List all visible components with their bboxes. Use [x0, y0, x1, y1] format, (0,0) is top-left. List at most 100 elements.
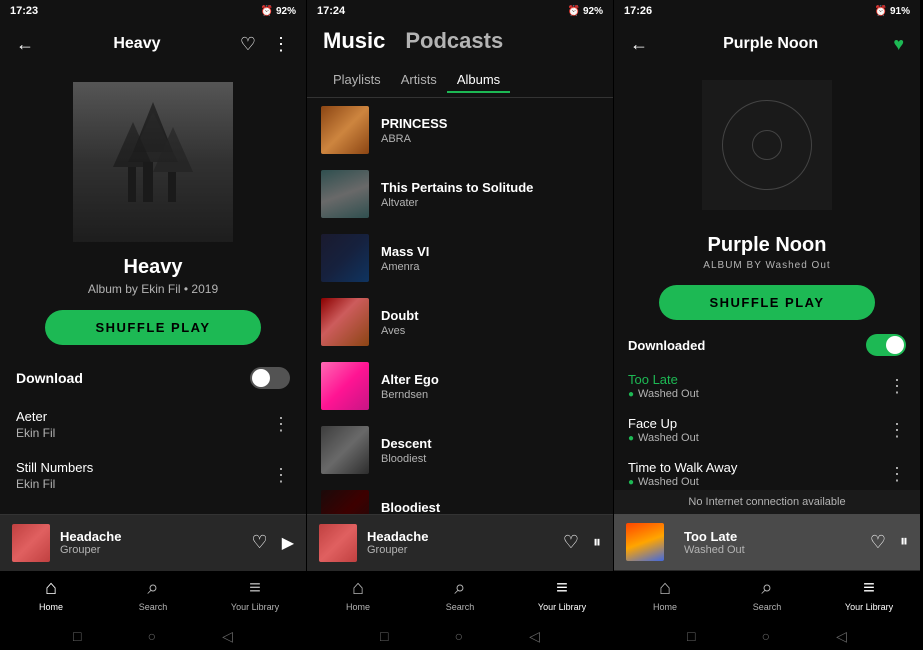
search-icon-1: ⌕	[147, 577, 158, 600]
bottom-nav-1: ⌂ Home ⌕ Search ≡ Your Library	[0, 570, 306, 622]
np-pause-button-2[interactable]: ⏸	[593, 534, 601, 552]
main-tabs: Music Podcasts	[307, 22, 613, 60]
nav-home-1[interactable]: ⌂ Home	[0, 577, 102, 612]
library-label-3: Your Library	[845, 602, 893, 612]
album-art-image	[73, 82, 233, 242]
album-row-2[interactable]: Mass VI Amenra	[307, 226, 613, 290]
np-thumb-art-2	[319, 524, 357, 562]
heart-button-3[interactable]: ♥	[889, 30, 908, 59]
panel-library: 17:24 ⏰ 92% Music Podcasts Playlists Art…	[307, 0, 614, 650]
p3-more-2[interactable]: ⋮	[888, 464, 906, 485]
p3-track-info-0: Too Late ● Washed Out	[628, 372, 699, 400]
np-heart-button-1[interactable]: ♡	[252, 532, 268, 553]
more-button-1[interactable]: ⋮	[268, 30, 294, 59]
p3-more-1[interactable]: ⋮	[888, 420, 906, 441]
nav-home-3[interactable]: ⌂ Home	[614, 577, 716, 612]
np-left-2: Headache Grouper	[319, 524, 428, 562]
np-thumbnail-1	[12, 524, 50, 562]
home-icon-2: ⌂	[352, 577, 364, 600]
shuffle-play-button-3[interactable]: SHUFFLE PLAY	[659, 285, 874, 320]
album-art-4	[321, 362, 369, 410]
search-label-3: Search	[753, 602, 782, 612]
vinyl-art	[702, 80, 832, 210]
sys-circle-3: ○	[762, 628, 770, 644]
subtab-albums[interactable]: Albums	[447, 68, 510, 93]
np-heart-button-3[interactable]: ♡	[870, 532, 886, 553]
subtab-playlists[interactable]: Playlists	[323, 68, 391, 93]
panel1-content: Heavy Album by Ekin Fil • 2019 SHUFFLE P…	[0, 66, 306, 514]
album-row-4[interactable]: Alter Ego Berndsen	[307, 354, 613, 418]
np-play-button-1[interactable]: ▶	[282, 533, 294, 553]
np-pause-button-3[interactable]: ⏸	[900, 533, 908, 551]
more-icon-1[interactable]: ⋮	[272, 465, 290, 486]
nav-search-3[interactable]: ⌕ Search	[716, 577, 818, 612]
track-item-2[interactable]: Over You Ekin Fil ⋮	[0, 501, 306, 514]
np-track-name-2: Headache	[367, 529, 428, 544]
np-left-3: Too Late Washed Out	[626, 523, 745, 561]
status-icons-3: ⏰ 91%	[875, 6, 910, 17]
album-row-0[interactable]: PRINCESS ABRA	[307, 98, 613, 162]
alarm-icon-2: ⏰	[568, 6, 580, 17]
album-thumb-5	[321, 426, 369, 474]
sys-circle-2: ○	[455, 628, 463, 644]
back-button-3[interactable]: ←	[626, 30, 652, 59]
more-icon-0[interactable]: ⋮	[272, 414, 290, 435]
status-icons-2: ⏰ 92%	[568, 6, 603, 17]
sys-back-3: ◁	[836, 628, 847, 645]
track-item-1[interactable]: Still Numbers Ekin Fil ⋮	[0, 450, 306, 501]
time-3: 17:26	[624, 5, 652, 17]
np-controls-1: ♡ ▶	[252, 532, 294, 553]
p3-track-0[interactable]: Too Late ● Washed Out ⋮	[614, 364, 920, 408]
p3-artist-text-1: Washed Out	[638, 432, 699, 444]
download-toggle-1[interactable]	[250, 367, 290, 389]
nav-home-2[interactable]: ⌂ Home	[307, 577, 409, 612]
nav-library-1[interactable]: ≡ Your Library	[204, 577, 306, 612]
album-row-artist-4: Berndsen	[381, 389, 599, 401]
vinyl-outer-circle	[722, 100, 812, 190]
page-title-1: Heavy	[38, 35, 236, 53]
home-label-3: Home	[653, 602, 677, 612]
nav-library-2[interactable]: ≡ Your Library	[511, 577, 613, 612]
album-row-1[interactable]: This Pertains to Solitude Altvater	[307, 162, 613, 226]
p3-track-artist-0: ● Washed Out	[628, 388, 699, 400]
album-row-info-2: Mass VI Amenra	[381, 244, 599, 273]
tab-podcasts[interactable]: Podcasts	[405, 28, 503, 60]
p3-track-2[interactable]: Time to Walk Away ● Washed Out ⋮	[614, 452, 920, 490]
np-heart-button-2[interactable]: ♡	[563, 532, 579, 553]
library-icon-1: ≡	[249, 577, 261, 600]
album-title-1: Heavy	[124, 256, 183, 279]
shuffle-play-button-1[interactable]: SHUFFLE PLAY	[45, 310, 260, 345]
p3-track-info-2: Time to Walk Away ● Washed Out	[628, 460, 737, 488]
sys-bar-3: □ ○ ◁	[614, 622, 920, 650]
album-row-6[interactable]: Bloodiest Bloodiest	[307, 482, 613, 514]
np-track-info-1: Headache Grouper	[60, 529, 121, 556]
download-toggle-3[interactable]	[866, 334, 906, 356]
status-bar-3: 17:26 ⏰ 91%	[614, 0, 920, 22]
no-internet-bar: No Internet connection available	[614, 490, 920, 514]
now-playing-bar-2: Headache Grouper ♡ ⏸	[307, 514, 613, 570]
album-art-5	[321, 426, 369, 474]
p3-track-1[interactable]: Face Up ● Washed Out ⋮	[614, 408, 920, 452]
np-controls-2: ♡ ⏸	[563, 532, 601, 553]
back-button-1[interactable]: ←	[12, 30, 38, 59]
track-item-0[interactable]: Aeter Ekin Fil ⋮	[0, 399, 306, 450]
sys-bar-1: □ ○ ◁	[0, 622, 306, 650]
heart-button-1[interactable]: ♡	[236, 30, 260, 59]
np-controls-3: ♡ ⏸	[870, 532, 908, 553]
nav-library-3[interactable]: ≡ Your Library	[818, 577, 920, 612]
album-row-3[interactable]: Doubt Aves	[307, 290, 613, 354]
p3-artist-text-2: Washed Out	[638, 476, 699, 488]
nav-search-2[interactable]: ⌕ Search	[409, 577, 511, 612]
subtab-artists[interactable]: Artists	[391, 68, 447, 93]
tab-music[interactable]: Music	[323, 28, 385, 60]
np-left-1: Headache Grouper	[12, 524, 121, 562]
time-1: 17:23	[10, 5, 38, 17]
bottom-nav-3: ⌂ Home ⌕ Search ≡ Your Library	[614, 570, 920, 622]
alarm-icon-3: ⏰	[875, 6, 887, 17]
track-info-0: Aeter Ekin Fil	[16, 409, 55, 440]
p3-more-0[interactable]: ⋮	[888, 376, 906, 397]
album-cover-art	[73, 82, 233, 242]
nav-search-1[interactable]: ⌕ Search	[102, 577, 204, 612]
album-row-5[interactable]: Descent Bloodiest	[307, 418, 613, 482]
search-icon-2: ⌕	[454, 577, 465, 600]
